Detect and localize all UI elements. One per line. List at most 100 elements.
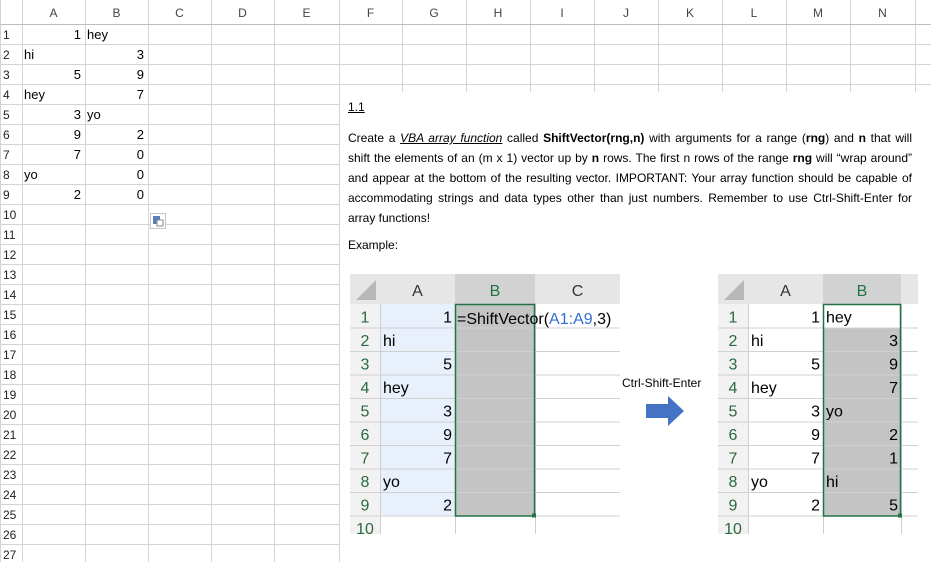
column-header-H[interactable]: H: [494, 6, 503, 20]
cell-A6[interactable]: 9: [74, 127, 81, 142]
row-header-25[interactable]: 25: [3, 508, 17, 522]
example-row-5: 5: [729, 404, 738, 421]
column-header-A[interactable]: A: [49, 6, 57, 20]
cell-A3[interactable]: 5: [74, 67, 81, 82]
example-row-10: 10: [724, 521, 742, 534]
row-header-9[interactable]: 9: [3, 188, 10, 202]
cell-B9[interactable]: 0: [137, 187, 144, 202]
cell-B4[interactable]: 7: [137, 87, 144, 102]
row-header-14[interactable]: 14: [3, 288, 17, 302]
arg-rng: rng: [792, 151, 813, 165]
row-header-7[interactable]: 7: [3, 148, 10, 162]
example-cell-a: hey: [383, 380, 409, 397]
example-cell-a: 9: [811, 427, 820, 444]
right-example-image: A B 1 2 3 4 5 6 7 8 9 10 1 hi 5 hey 3 9 7 yo 2 hey 3 9 7 yo 2 1 hi 5: [718, 274, 918, 534]
left-example-image: A B C 1 2 3 4 5 6 7 8 9 10 1 hi 5 hey 3 9 7 yo 2 =ShiftVector(…: [350, 274, 620, 534]
column-header-K[interactable]: K: [686, 6, 694, 20]
column-header-J[interactable]: J: [623, 6, 629, 20]
cell-A8[interactable]: yo: [24, 167, 38, 182]
row-header-4[interactable]: 4: [3, 88, 10, 102]
paste-options-icon[interactable]: [150, 213, 166, 229]
row-header-27[interactable]: 27: [3, 548, 17, 562]
instructions-textbox: 1.1 Create a VBA array function called S…: [340, 92, 931, 562]
example-cell-a: hi: [751, 333, 763, 350]
row-header-21[interactable]: 21: [3, 428, 17, 442]
para-text: with arguments for a range (: [644, 131, 806, 145]
example-label: Example:: [348, 238, 399, 252]
example-cell-a: 3: [443, 404, 452, 421]
cell-B3[interactable]: 9: [137, 67, 144, 82]
ctrl-shift-enter-label: Ctrl-Shift-Enter: [622, 376, 702, 390]
example-cell-b: 3: [889, 333, 898, 350]
cell-A1[interactable]: 1: [74, 27, 81, 42]
cell-A2[interactable]: hi: [24, 47, 34, 62]
row-header-3[interactable]: 3: [3, 68, 10, 82]
row-header-17[interactable]: 17: [3, 348, 17, 362]
column-header-C[interactable]: C: [175, 6, 184, 20]
row-header-16[interactable]: 16: [3, 328, 17, 342]
row-header-20[interactable]: 20: [3, 408, 17, 422]
example-row-9: 9: [729, 498, 738, 515]
example-cell-a: yo: [383, 474, 400, 491]
column-header-E[interactable]: E: [302, 6, 310, 20]
example-row-6: 6: [729, 427, 738, 444]
cell-B8[interactable]: 0: [137, 167, 144, 182]
column-header-L[interactable]: L: [751, 6, 758, 20]
arg-n: n: [858, 131, 866, 145]
row-header-22[interactable]: 22: [3, 448, 17, 462]
cell-B1[interactable]: hey: [87, 27, 108, 42]
row-header-10[interactable]: 10: [3, 208, 17, 222]
example-row-4: 4: [361, 380, 370, 397]
row-header-13[interactable]: 13: [3, 268, 17, 282]
column-header-N[interactable]: N: [878, 6, 887, 20]
row-header-6[interactable]: 6: [3, 128, 10, 142]
example-row-8: 8: [729, 474, 738, 491]
example-cell-a: yo: [751, 474, 768, 491]
row-header-8[interactable]: 8: [3, 168, 10, 182]
example-row-2: 2: [361, 333, 370, 350]
cell-A9[interactable]: 2: [74, 187, 81, 202]
column-header-B[interactable]: B: [112, 6, 120, 20]
row-header-5[interactable]: 5: [3, 108, 10, 122]
example-column-A: A: [412, 283, 423, 300]
column-header-M[interactable]: M: [813, 6, 823, 20]
column-header-F[interactable]: F: [367, 6, 374, 20]
row-header-1[interactable]: 1: [3, 28, 10, 42]
example-cell-a: 2: [443, 498, 452, 515]
example-cell-a: hey: [751, 380, 777, 397]
row-header-19[interactable]: 19: [3, 388, 17, 402]
row-header-24[interactable]: 24: [3, 488, 17, 502]
right-arrow-icon: [646, 396, 684, 426]
column-header-G[interactable]: G: [429, 6, 438, 20]
cell-B2[interactable]: 3: [137, 47, 144, 62]
cell-A4[interactable]: hey: [24, 87, 45, 102]
cell-B6[interactable]: 2: [137, 127, 144, 142]
formula-range-ref: A1:A9: [549, 311, 593, 328]
example-column-C: C: [572, 283, 584, 300]
row-header-26[interactable]: 26: [3, 528, 17, 542]
column-header-D[interactable]: D: [238, 6, 247, 20]
row-header-12[interactable]: 12: [3, 248, 17, 262]
row-header-15[interactable]: 15: [3, 308, 17, 322]
example-cell-b: 5: [889, 498, 898, 515]
example-cell-b: 2: [889, 427, 898, 444]
example-cell-a: 9: [443, 427, 452, 444]
formula-cell: =ShiftVector(A1:A9,3): [457, 311, 611, 328]
example-row-7: 7: [729, 451, 738, 468]
example-row-4: 4: [729, 380, 738, 397]
cell-B5[interactable]: yo: [87, 107, 101, 122]
para-text: rows. The first n rows of the range: [599, 151, 793, 165]
row-header-11[interactable]: 11: [3, 228, 16, 242]
row-header-2[interactable]: 2: [3, 48, 10, 62]
example-cell-b: yo: [826, 404, 843, 421]
example-cell-b: hey: [826, 310, 852, 327]
example-row-8: 8: [361, 474, 370, 491]
row-header-23[interactable]: 23: [3, 468, 17, 482]
column-header-I[interactable]: I: [560, 6, 563, 20]
example-row-3: 3: [729, 357, 738, 374]
cell-A5[interactable]: 3: [74, 107, 81, 122]
formula-args: ,3): [593, 311, 612, 328]
cell-A7[interactable]: 7: [74, 147, 81, 162]
cell-B7[interactable]: 0: [137, 147, 144, 162]
row-header-18[interactable]: 18: [3, 368, 17, 382]
